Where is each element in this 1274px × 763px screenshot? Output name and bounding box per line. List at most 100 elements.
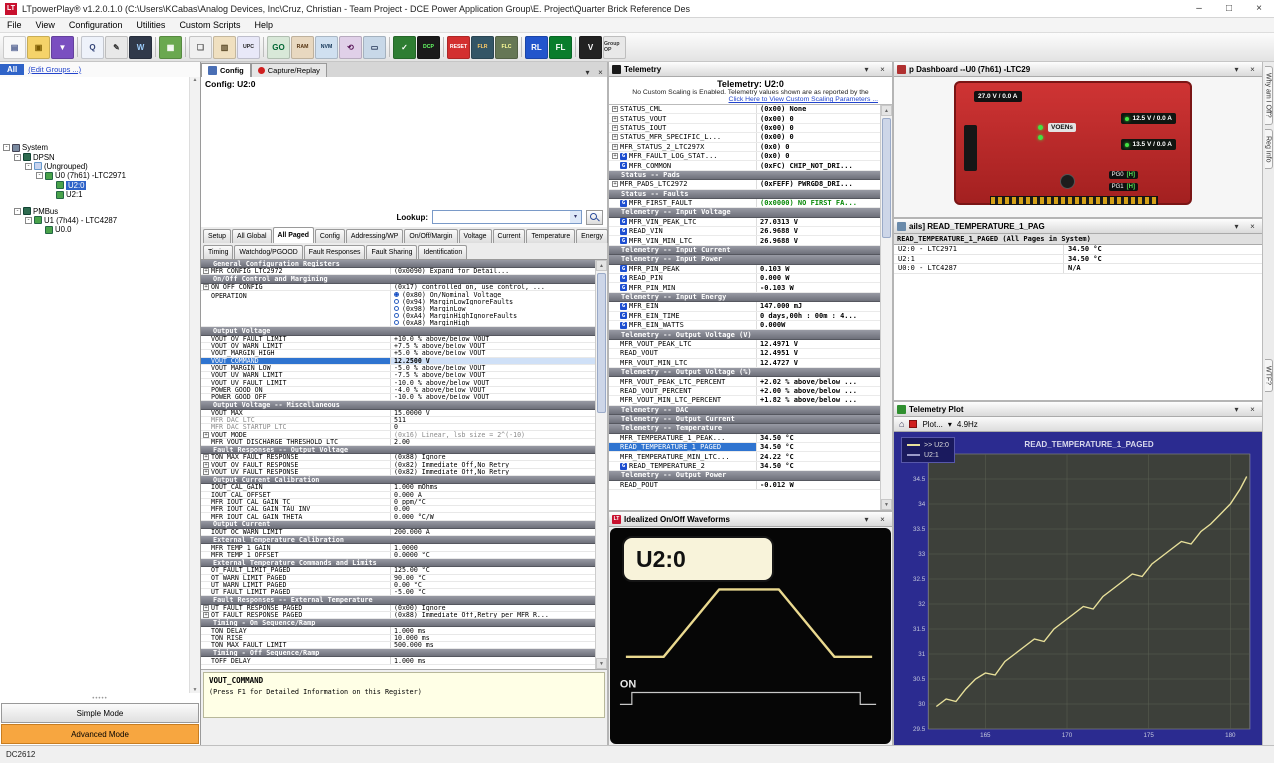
radio-unselected-icon[interactable]	[394, 306, 399, 311]
config-row-ton-max-fault-response[interactable]: +TON_MAX_FAULT_RESPONSE(0x88) Ignore	[201, 454, 595, 461]
config-row-vout-max[interactable]: VOUT_MAX15.0000 V	[201, 410, 595, 417]
config-row-mfr-iout-cal-gain-theta[interactable]: MFR_IOUT_CAL_GAIN_THETA0.000 °C/W	[201, 513, 595, 520]
menu-view[interactable]: View	[29, 20, 62, 30]
temp-row-u2-0-ltc2971[interactable]: U2:0 - LTC297134.50 °C	[894, 245, 1262, 255]
config-row-iout-cal-gain[interactable]: IOUT_CAL_GAIN1.000 mOhms	[201, 484, 595, 491]
advanced-mode-button[interactable]: Advanced Mode	[1, 724, 199, 744]
operation-option[interactable]: (0x98) MarginLow	[391, 305, 595, 312]
demo-board-icon[interactable]: ▦	[159, 36, 182, 59]
telemetry-row-mfr-temperature-min-ltc[interactable]: MFR_TEMPERATURE_MIN_LTC...24.22 °C	[609, 452, 880, 461]
expand-icon[interactable]: +	[612, 125, 618, 131]
telemetry-row-read-temperature-1-paged[interactable]: READ_TEMPERATURE_1_PAGED34.50 °C	[609, 443, 880, 452]
config-row-vout-uv-fault-limit[interactable]: VOUT_UV_FAULT_LIMIT-10.0 % above/below V…	[201, 379, 595, 386]
plot-close-button[interactable]: ×	[1246, 405, 1259, 414]
legend-entry-u2-1[interactable]: U2:1	[907, 450, 949, 460]
graph-icon[interactable]: G	[620, 275, 627, 282]
tree-expander-icon[interactable]: -	[14, 208, 21, 215]
temp-details-menu-button[interactable]: ▾	[1230, 222, 1243, 231]
config-row-mfr-temp-1-offset[interactable]: MFR_TEMP_1_OFFSET0.0000 °C	[201, 552, 595, 559]
dcp-icon[interactable]: DCP	[417, 36, 440, 59]
all-groups-button[interactable]: All	[0, 64, 24, 75]
monitor-icon[interactable]: ▭	[363, 36, 386, 59]
config-row-vout-ov-fault-response[interactable]: +VOUT_OV_FAULT_RESPONSE(0x82) Immediate …	[201, 461, 595, 468]
menu-configuration[interactable]: Configuration	[62, 20, 130, 30]
config-tab-temperature[interactable]: Temperature	[526, 229, 575, 243]
group-op-icon[interactable]: Group OP	[603, 36, 626, 59]
waveforms-close-button[interactable]: ×	[876, 515, 889, 524]
plot-menu-dropdown[interactable]: Plot...	[922, 420, 942, 429]
telemetry-row-status-vout[interactable]: +STATUS_VOUT(0x00) 0	[609, 114, 880, 123]
restore-button[interactable]: □	[1214, 3, 1244, 14]
scroll-up-icon[interactable]: ▲	[881, 105, 892, 116]
telemetry-row-read-vin[interactable]: GREAD_VIN26.9688 V	[609, 227, 880, 236]
expand-icon[interactable]: +	[612, 153, 618, 159]
telemetry-row-status-cml[interactable]: +STATUS_CML(0x00) None	[609, 105, 880, 114]
telemetry-row-read-pin[interactable]: GREAD_PIN0.000 W	[609, 274, 880, 283]
config-row-power-good-off[interactable]: POWER_GOOD_OFF-10.0 % above/below VOUT	[201, 394, 595, 401]
config-row-vout-margin-high[interactable]: VOUT_MARGIN_HIGH+5.0 % above/below VOUT	[201, 350, 595, 357]
stop-icon[interactable]	[909, 420, 917, 428]
graph-icon[interactable]: G	[620, 322, 627, 329]
side-tab-why-am-i-off[interactable]: Why am I Off?	[1265, 66, 1273, 125]
config-row-ut-fault-response-paged[interactable]: +UT_FAULT_RESPONSE_PAGED(0x00) Ignore	[201, 605, 595, 612]
telemetry-row-mfr-ein[interactable]: GMFR_EIN147.000 mJ	[609, 302, 880, 311]
telemetry-row-mfr-vout-min-ltc[interactable]: MFR_VOUT_MIN_LTC12.4727 V	[609, 359, 880, 368]
scroll-up-icon[interactable]: ▲	[596, 260, 607, 271]
graph-icon[interactable]: G	[620, 162, 627, 169]
telemetry-row-mfr-ein-time[interactable]: GMFR_EIN_TIME0 days,00h : 00m : 4...	[609, 312, 880, 321]
upc-icon[interactable]: UPC	[237, 36, 260, 59]
config-row-iout-cal-offset[interactable]: IOUT_CAL_OFFSET0.000 A	[201, 492, 595, 499]
config-row-ton-rise[interactable]: TON_RISE10.000 ms	[201, 635, 595, 642]
graph-icon[interactable]: G	[620, 265, 627, 272]
graph-icon[interactable]: G	[620, 153, 627, 160]
config-tab-fault-sharing[interactable]: Fault Sharing	[366, 245, 417, 259]
config-tab-identification[interactable]: Identification	[418, 245, 467, 259]
read-fault-logs-icon[interactable]: FLR	[471, 36, 494, 59]
wizard-icon[interactable]: W	[129, 36, 152, 59]
scroll-thumb[interactable]	[882, 118, 891, 238]
graph-icon[interactable]: G	[620, 284, 627, 291]
telemetry-row-mfr-status-2-ltc297x[interactable]: +MFR_STATUS_2_LTC297X(0x0) 0	[609, 143, 880, 152]
config-row-iout-oc-warn-limit[interactable]: IOUT_OC_WARN_LIMIT200.000 A	[201, 529, 595, 536]
telemetry-row-read-vout[interactable]: READ_VOUT12.4951 V	[609, 349, 880, 358]
telemetry-row-mfr-vout-peak-ltc-percent[interactable]: MFR_VOUT_PEAK_LTC_PERCENT+2.02 % above/b…	[609, 377, 880, 386]
tree-item-u1-7h44-ltc4287[interactable]: -U1 (7h44) - LTC4287	[0, 216, 200, 225]
expand-icon[interactable]: +	[612, 134, 618, 140]
pc-to-ram-icon[interactable]: RAM	[291, 36, 314, 59]
graph-icon[interactable]: G	[620, 312, 627, 319]
find-edit-icon[interactable]: ✎	[105, 36, 128, 59]
ram-to-nvm-icon[interactable]: NVM	[315, 36, 338, 59]
config-menu-button[interactable]: ▾	[581, 68, 594, 77]
tab-capture-replay[interactable]: Capture/Replay	[251, 63, 327, 77]
expand-icon[interactable]: +	[612, 181, 618, 187]
expand-icon[interactable]: +	[612, 106, 618, 112]
radio-unselected-icon[interactable]	[394, 320, 399, 325]
expand-icon[interactable]: +	[203, 605, 209, 611]
config-row-toff-delay[interactable]: TOFF_DELAY1.000 ms	[201, 657, 595, 664]
config-row-mfr-vout-discharge-threshold-ltc[interactable]: MFR_VOUT_DISCHARGE_THRESHOLD_LTC2.00	[201, 439, 595, 446]
telemetry-row-read-vout-percent[interactable]: READ_VOUT_PERCENT+2.00 % above/below ...	[609, 387, 880, 396]
expand-icon[interactable]: +	[203, 612, 209, 618]
tree-item-ungrouped[interactable]: -(Ungrouped)	[0, 162, 200, 171]
tree-expander-icon[interactable]: -	[3, 144, 10, 151]
telemetry-row-read-pout[interactable]: READ_POUT-0.012 W	[609, 481, 880, 490]
config-tab-current[interactable]: Current	[493, 229, 526, 243]
graph-icon[interactable]: G	[620, 200, 627, 207]
tree-item-system[interactable]: -System	[0, 143, 200, 152]
telemetry-menu-button[interactable]: ▾	[860, 65, 873, 74]
radio-selected-icon[interactable]	[394, 292, 399, 297]
telemetry-row-mfr-common[interactable]: GMFR_COMMON(0xFC) CHIP_NOT_DRI...	[609, 161, 880, 170]
config-row-on-off-config[interactable]: +ON_OFF_CONFIG(0x17) controlled_on, use_…	[201, 284, 595, 291]
config-row-mfr-config-ltc2972[interactable]: +MFR_CONFIG_LTC2972(0x0090) Expand for D…	[201, 268, 595, 275]
config-tab-setup[interactable]: Setup	[203, 229, 231, 243]
legend-entry-u2-0[interactable]: >> U2:0	[907, 440, 949, 450]
config-tab-config[interactable]: Config	[315, 229, 345, 243]
operation-option[interactable]: (0xA4) MarginHighIgnoreFaults	[391, 312, 595, 319]
reset-chip-icon[interactable]: RESET	[447, 36, 470, 59]
chevron-down-icon[interactable]: ▾	[570, 211, 581, 223]
graph-icon[interactable]: G	[620, 228, 627, 235]
telemetry-close-button[interactable]: ×	[876, 65, 889, 74]
config-tab-fault-responses[interactable]: Fault Responses	[304, 245, 366, 259]
telemetry-row-status-iout[interactable]: +STATUS_IOUT(0x00) 0	[609, 124, 880, 133]
dashboard-menu-button[interactable]: ▾	[1230, 65, 1243, 74]
